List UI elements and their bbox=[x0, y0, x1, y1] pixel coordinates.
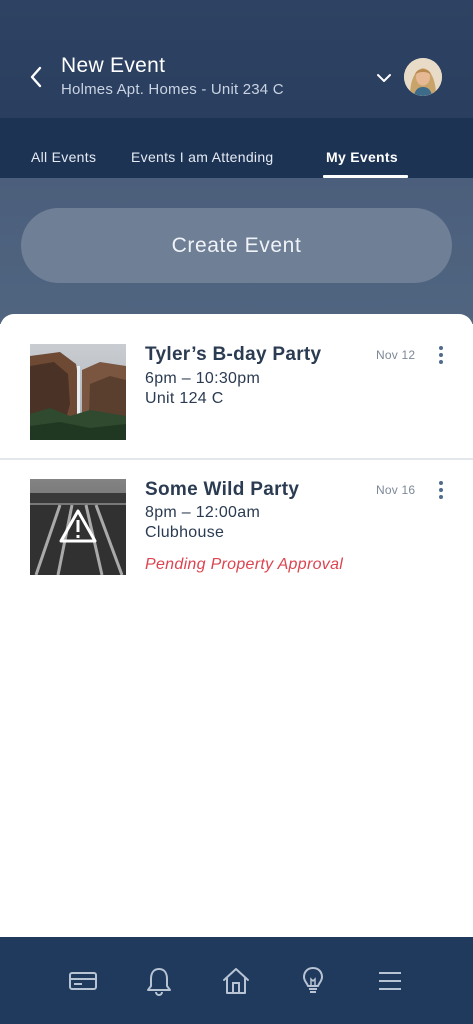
nav-ideas[interactable] bbox=[296, 964, 330, 998]
property-subtitle: Holmes Apt. Homes - Unit 234 C bbox=[61, 81, 284, 98]
chevron-down-icon bbox=[377, 74, 391, 82]
event-thumbnail bbox=[30, 344, 126, 440]
home-icon bbox=[223, 968, 249, 994]
waterfall-photo bbox=[30, 344, 126, 440]
event-date: Nov 16 bbox=[376, 483, 416, 497]
event-date: Nov 12 bbox=[376, 348, 416, 362]
more-options-button[interactable] bbox=[431, 477, 451, 503]
lightbulb-icon bbox=[303, 967, 323, 993]
events-screen: New Event Holmes Apt. Homes - Unit 234 C… bbox=[0, 0, 473, 1024]
more-dot bbox=[439, 346, 443, 350]
event-location: Unit 124 C bbox=[145, 390, 224, 407]
chevron-left-icon bbox=[30, 66, 42, 88]
nav-home[interactable] bbox=[219, 964, 253, 998]
event-card[interactable]: Tyler’s B-day Party 6pm – 10:30pm Unit 1… bbox=[0, 316, 473, 460]
bottom-nav bbox=[0, 937, 473, 1024]
more-dot bbox=[439, 488, 443, 492]
more-dot bbox=[439, 360, 443, 364]
property-dropdown-button[interactable] bbox=[372, 66, 396, 90]
app-header: New Event Holmes Apt. Homes - Unit 234 C bbox=[0, 0, 473, 118]
nav-notifications[interactable] bbox=[142, 964, 176, 998]
page-title: New Event bbox=[61, 54, 166, 77]
back-button[interactable] bbox=[22, 62, 50, 92]
warning-icon bbox=[59, 509, 97, 543]
more-options-button[interactable] bbox=[431, 342, 451, 368]
tab-my-events[interactable]: My Events bbox=[326, 149, 398, 165]
event-thumbnail bbox=[30, 479, 126, 575]
event-title: Tyler’s B-day Party bbox=[145, 344, 322, 365]
event-location: Clubhouse bbox=[145, 524, 225, 541]
more-dot bbox=[439, 495, 443, 499]
nav-menu[interactable] bbox=[373, 964, 407, 998]
bell-icon bbox=[147, 968, 171, 996]
event-card[interactable]: Some Wild Party 8pm – 12:00am Clubhouse … bbox=[0, 460, 473, 604]
more-dot bbox=[439, 353, 443, 357]
tab-bar: All Events Events I am Attending My Even… bbox=[0, 118, 473, 178]
menu-icon bbox=[379, 972, 401, 990]
event-time: 6pm – 10:30pm bbox=[145, 370, 261, 387]
approval-status: Pending Property Approval bbox=[145, 556, 344, 573]
create-event-button[interactable]: Create Event bbox=[21, 208, 452, 283]
card-icon bbox=[69, 972, 97, 990]
event-title: Some Wild Party bbox=[145, 479, 300, 500]
avatar[interactable] bbox=[404, 58, 442, 96]
tab-events-attending[interactable]: Events I am Attending bbox=[131, 149, 274, 165]
more-dot bbox=[439, 481, 443, 485]
event-time: 8pm – 12:00am bbox=[145, 504, 261, 521]
tab-all-events[interactable]: All Events bbox=[31, 149, 96, 165]
nav-payments[interactable] bbox=[66, 964, 100, 998]
user-photo bbox=[404, 58, 442, 96]
